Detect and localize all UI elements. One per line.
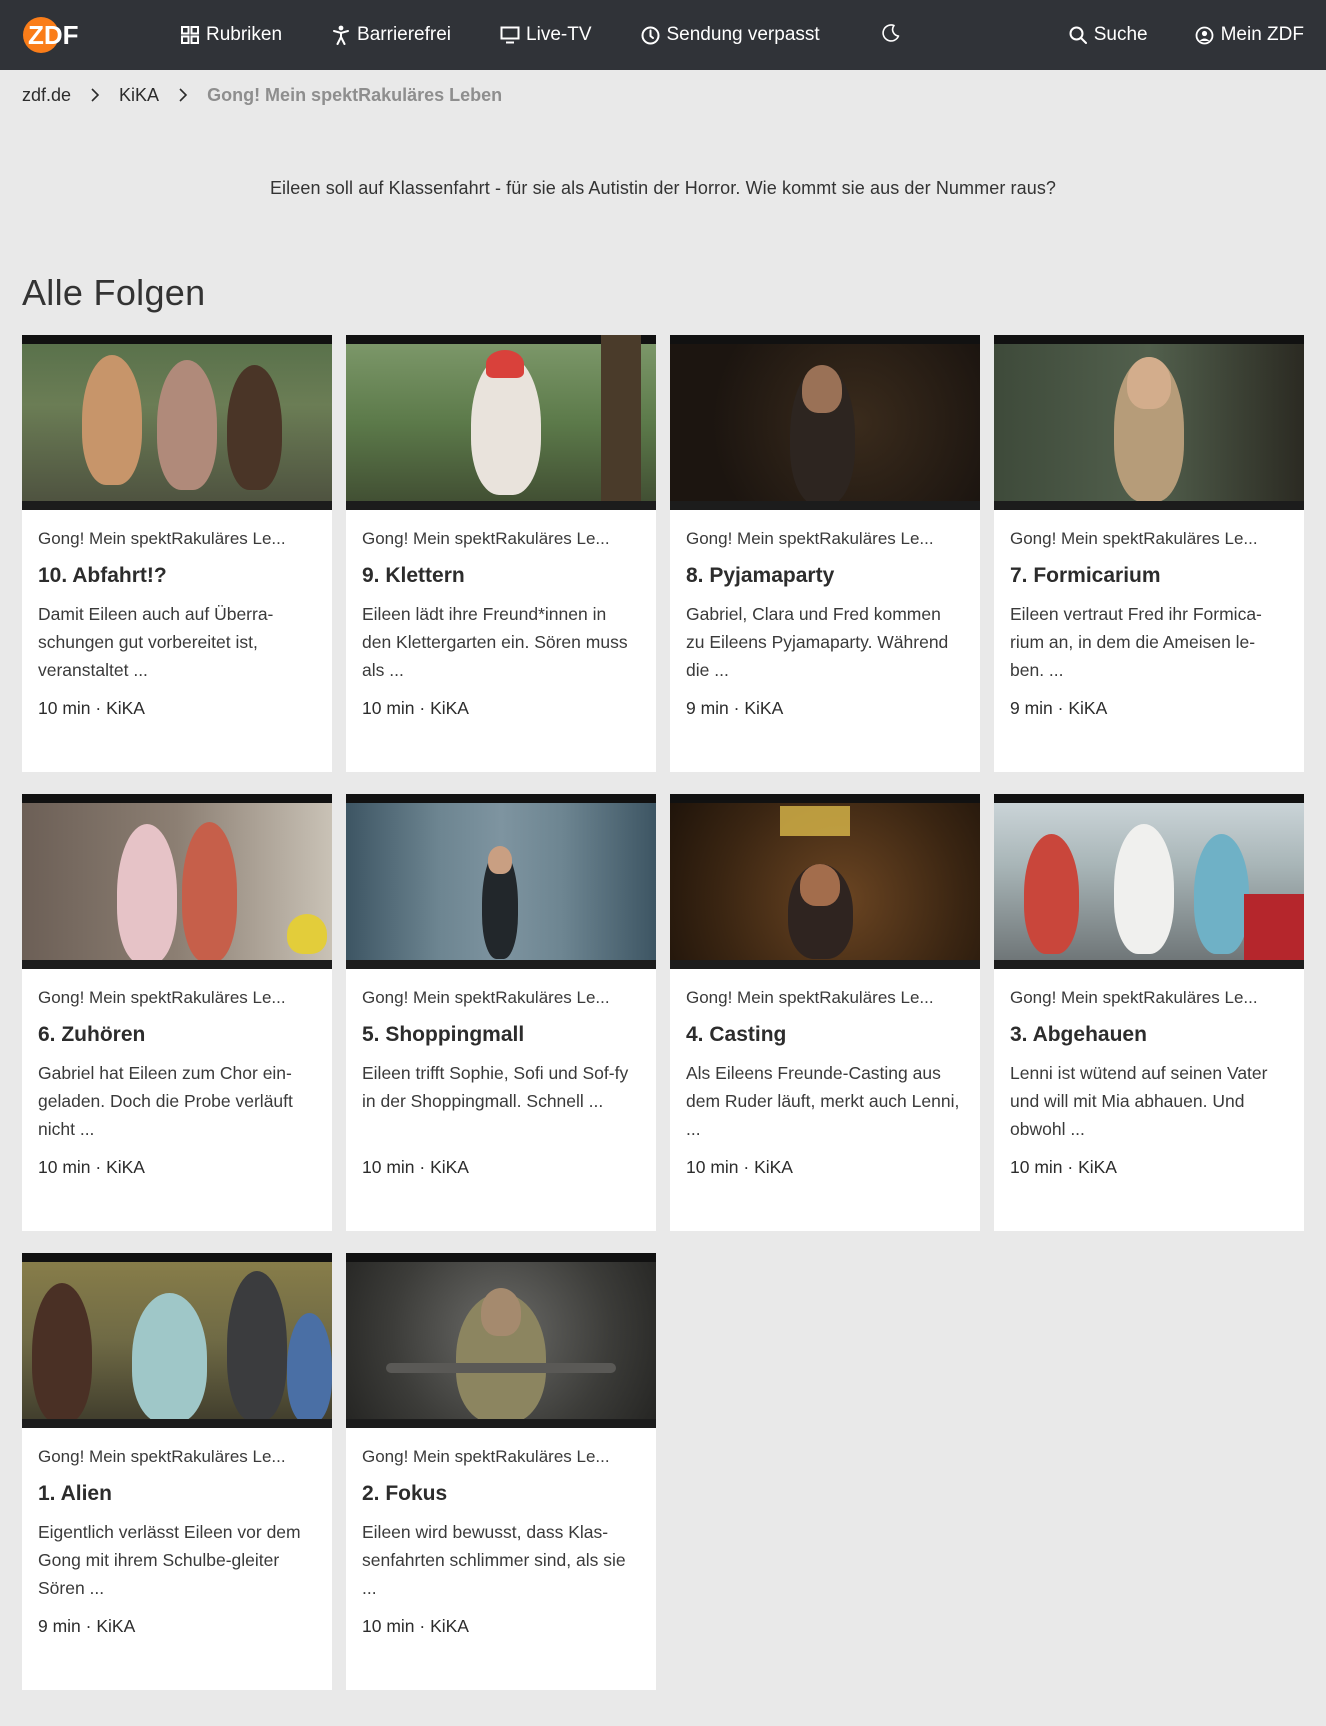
episode-card[interactable]: Gong! Mein spektRakuläres Le... 5. Shopp… [346,794,656,1231]
nav-barrierefrei-label: Barrierefrei [357,24,452,45]
section-title: Alle Folgen [22,272,206,313]
episode-title: 1. Alien [38,1482,112,1505]
episode-title: 2. Fokus [362,1482,448,1505]
episode-card[interactable]: Gong! Mein spektRakuläres Le... 7. Formi… [994,335,1304,772]
episode-description: Lenni ist wütend auf seinen Vater und wi… [1010,1063,1268,1139]
episode-card[interactable]: Gong! Mein spektRakuläres Le... 8. Pyjam… [670,335,980,772]
episode-meta: 9 min · KiKA [686,698,784,718]
nav-live-tv-label: Live-TV [526,24,592,45]
episode-title: 6. Zuhören [38,1023,146,1046]
nav-rubriken-label: Rubriken [206,24,283,45]
episode-description: Damit Eileen auch auf Überra-schungen gu… [38,604,274,680]
main-nav: Rubriken Barrierefrei Live-TV Sendung ve… [180,24,869,46]
episode-thumbnail [994,335,1304,510]
episode-description: Eileen lädt ihre Freund*innen in den Kle… [362,604,628,680]
episode-meta: 10 min · KiKA [38,698,145,718]
episode-description: Eileen vertraut Fred ihr Formica-rium an… [1010,604,1262,680]
chevron-right-icon [87,87,103,103]
svg-text:ZDF: ZDF [28,20,79,50]
search-button[interactable]: Suche [1068,24,1148,46]
episode-description: Gabriel, Clara und Fred kommen zu Eileen… [686,604,949,680]
nav-rubriken[interactable]: Rubriken [180,24,282,46]
episode-meta: 10 min · KiKA [1010,1157,1117,1177]
episode-card[interactable]: Gong! Mein spektRakuläres Le... 6. Zuhör… [22,794,332,1231]
episode-title: 8. Pyjamaparty [686,564,835,587]
episode-description: Eigentlich verlässt Eileen vor dem Gong … [38,1522,301,1598]
accessibility-icon [331,25,351,45]
clock-icon [641,25,661,45]
episode-thumbnail [22,1253,332,1428]
episode-card[interactable]: Gong! Mein spektRakuläres Le... 4. Casti… [670,794,980,1231]
user-icon [1195,25,1215,45]
episode-thumbnail [346,794,656,969]
breadcrumb-kika[interactable]: KiKA [119,85,159,106]
user-nav: Suche Mein ZDF [1021,24,1304,46]
episode-title: 3. Abgehauen [1010,1023,1147,1046]
episode-series: Gong! Mein spektRakuläres Le... [362,988,610,1007]
episode-meta: 10 min · KiKA [686,1157,793,1177]
mein-zdf-button[interactable]: Mein ZDF [1195,24,1304,46]
episode-thumbnail [346,335,656,510]
episode-grid: Gong! Mein spektRakuläres Le... 10. Abfa… [0,335,1326,1690]
episode-thumbnail [346,1253,656,1428]
episode-card[interactable]: Gong! Mein spektRakuläres Le... 3. Abgeh… [994,794,1304,1231]
chevron-right-icon [175,87,191,103]
episode-description: Gabriel hat Eileen zum Chor ein-geladen.… [38,1063,293,1139]
episode-title: 7. Formicarium [1010,564,1161,587]
nav-barrierefrei[interactable]: Barrierefrei [331,24,451,46]
episode-meta: 10 min · KiKA [362,1157,469,1177]
episode-series: Gong! Mein spektRakuläres Le... [38,529,286,548]
episode-card[interactable]: Gong! Mein spektRakuläres Le... 1. Alien… [22,1253,332,1690]
dark-mode-toggle[interactable] [871,15,911,55]
episode-thumbnail [22,794,332,969]
breadcrumb-zdf[interactable]: zdf.de [22,85,71,106]
episode-description: Eileen trifft Sophie, Sofi und Sof-fy in… [362,1063,629,1111]
series-teaser-text: Eileen soll auf Klassenfahrt - für sie a… [269,178,1057,198]
episode-title: 5. Shoppingmall [362,1023,525,1046]
episode-card[interactable]: Gong! Mein spektRakuläres Le... 9. Klett… [346,335,656,772]
search-icon [1068,25,1088,45]
episode-thumbnail [670,794,980,969]
episode-series: Gong! Mein spektRakuläres Le... [362,1447,610,1466]
tv-icon [500,25,520,45]
episode-meta: 9 min · KiKA [38,1616,136,1636]
episode-series: Gong! Mein spektRakuläres Le... [38,988,286,1007]
moon-icon [881,23,901,48]
top-navigation-bar: ZDF Rubriken Barrierefrei Live-TV Sendun… [0,0,1326,70]
zdf-logo[interactable]: ZDF [22,0,142,70]
episode-title: 4. Casting [686,1023,787,1046]
episode-meta: 9 min · KiKA [1010,698,1108,718]
search-label: Suche [1093,24,1148,45]
episode-series: Gong! Mein spektRakuläres Le... [686,529,934,548]
episode-title: 9. Klettern [362,564,465,587]
nav-sendung-verpasst-label: Sendung verpasst [666,24,820,45]
episode-card[interactable]: Gong! Mein spektRakuläres Le... 2. Fokus… [346,1253,656,1690]
breadcrumb: zdf.de KiKA Gong! Mein spektRakuläres Le… [0,70,1326,120]
episode-meta: 10 min · KiKA [362,698,469,718]
episode-series: Gong! Mein spektRakuläres Le... [362,529,610,548]
zdf-logo-icon: ZDF [23,17,79,53]
episode-meta: 10 min · KiKA [362,1616,469,1636]
episode-series: Gong! Mein spektRakuläres Le... [1010,988,1258,1007]
episode-description: Eileen wird bewusst, dass Klas-senfahrte… [362,1522,626,1598]
mein-zdf-label: Mein ZDF [1220,24,1304,45]
episode-series: Gong! Mein spektRakuläres Le... [686,988,934,1007]
episode-series: Gong! Mein spektRakuläres Le... [38,1447,286,1466]
episode-description: Als Eileens Freunde-Casting aus dem Rude… [686,1063,960,1139]
episode-meta: 10 min · KiKA [38,1157,145,1177]
episode-card[interactable]: Gong! Mein spektRakuläres Le... 10. Abfa… [22,335,332,772]
nav-live-tv[interactable]: Live-TV [500,24,592,46]
episode-thumbnail [670,335,980,510]
breadcrumb-current: Gong! Mein spektRakuläres Leben [207,84,503,105]
nav-sendung-verpasst[interactable]: Sendung verpasst [641,24,820,46]
episode-series: Gong! Mein spektRakuläres Le... [1010,529,1258,548]
episode-thumbnail [22,335,332,510]
episode-thumbnail [994,794,1304,969]
episode-title: 10. Abfahrt!? [38,564,167,587]
grid-icon [180,25,200,45]
